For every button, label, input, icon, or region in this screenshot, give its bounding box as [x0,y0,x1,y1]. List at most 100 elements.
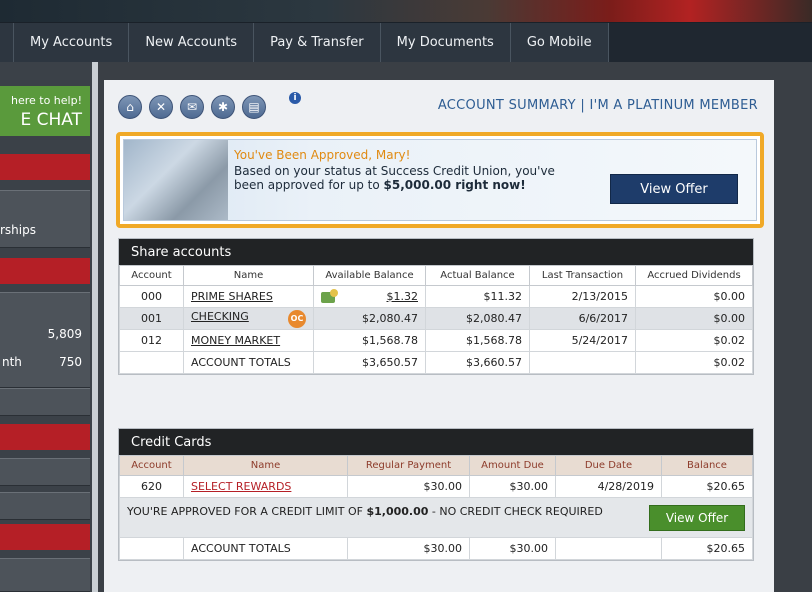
main-panel: ⌂ ✕ ✉ ✱ ▤ i ACCOUNT SUMMARY | I'M A PLAT… [104,80,774,592]
tab-go-mobile[interactable]: Go Mobile [511,23,609,62]
due-date: 4/28/2019 [555,475,662,498]
sidebar: here to help! E CHAT rships 5,809 nth 75… [0,62,98,592]
card-heading: Share accounts [119,239,753,265]
approval-amount: $1,000.00 [366,504,429,518]
credit-cards-card: Credit Cards Account Name Regular Paymen… [118,428,754,561]
toolbar: ⌂ ✕ ✉ ✱ ▤ [118,95,266,119]
card-name-cell: SELECT REWARDS [183,475,348,498]
sidebar-item[interactable] [0,558,90,592]
tab-my-documents[interactable]: My Documents [381,23,511,62]
view-offer-button[interactable]: View Offer [649,504,745,531]
card-balance: $20.65 [661,475,753,498]
main-nav: My Accounts New Accounts Pay & Transfer … [0,22,812,62]
actual-balance: $2,080.47 [425,307,530,330]
totals-label: ACCOUNT TOTALS [183,351,314,374]
credit-cards-table: Account Name Regular Payment Amount Due … [119,455,753,560]
empty-cell [119,351,184,374]
account-link[interactable]: MONEY MARKET [191,334,280,347]
totals-row: ACCOUNT TOTALS $3,650.57 $3,660.57 $0.02 [119,351,753,374]
offer-amount: $5,000.00 right now! [383,178,526,192]
sidebar-item[interactable] [0,458,90,486]
view-offer-button[interactable]: View Offer [610,174,738,204]
account-number: 012 [119,329,184,352]
tab-my-accounts[interactable]: My Accounts [14,23,130,62]
total-available: $3,650.57 [313,351,426,374]
column-header: Name [183,455,348,476]
sidebar-item-label: rships [0,223,36,237]
available-balance: $2,080.47 [313,307,426,330]
account-link[interactable]: PRIME SHARES [191,290,273,303]
regular-payment: $30.00 [347,475,470,498]
mail-icon[interactable]: ✉ [180,95,204,119]
offer-title: You've Been Approved, Mary! [234,148,411,162]
account-number: 620 [119,475,184,498]
card-link[interactable]: SELECT REWARDS [191,480,291,493]
money-icon [321,289,338,303]
amount-due: $30.00 [469,475,556,498]
tools-icon[interactable]: ✕ [149,95,173,119]
column-header: Account [119,265,184,286]
stat-value: 750 [59,355,82,369]
column-header: Name [183,265,314,286]
empty-cell [555,537,662,560]
last-transaction: 5/24/2017 [529,329,636,352]
totals-label: ACCOUNT TOTALS [183,537,348,560]
approval-row: YOU'RE APPROVED FOR A CREDIT LIMIT OF $1… [119,497,753,538]
column-header: Available Balance [313,265,426,286]
sidebar-red-bar [0,258,90,284]
sidebar-stats: 5,809 nth 750 [0,292,90,388]
total-balance: $20.65 [661,537,753,560]
approval-suffix: - NO CREDIT CHECK REQUIRED [428,504,603,518]
last-transaction: 2/13/2015 [529,285,636,308]
column-header: Due Date [555,455,662,476]
column-header: Amount Due [469,455,556,476]
nav-spacer [0,23,14,62]
live-chat-button[interactable]: here to help! E CHAT [0,86,90,136]
offer-photo [124,140,228,220]
account-link[interactable]: CHECKING [191,310,249,323]
table-row: 012 MONEY MARKET $1,568.78 $1,568.78 5/2… [119,329,753,352]
banner-photo [0,0,812,22]
table-row: 620 SELECT REWARDS $30.00 $30.00 4/28/20… [119,475,753,498]
total-dividends: $0.02 [635,351,753,374]
share-accounts-table: Account Name Available Balance Actual Ba… [119,265,753,374]
account-number: 000 [119,285,184,308]
total-regular: $30.00 [347,537,470,560]
column-header: Balance [661,455,753,476]
account-name-cell: CHECKING OC [183,307,314,330]
approval-prefix: YOU'RE APPROVED FOR A CREDIT LIMIT OF [127,504,367,518]
tab-new-accounts[interactable]: New Accounts [129,23,255,62]
table-row: 000 PRIME SHARES $1.32 $11.32 2/13/2015 … [119,285,753,308]
home-icon[interactable]: ⌂ [118,95,142,119]
actual-balance: $11.32 [425,285,530,308]
offer-body: Based on your status at Success Credit U… [234,164,564,192]
available-balance[interactable]: $1.32 [387,290,419,303]
sidebar-item[interactable] [0,388,90,416]
empty-cell [119,537,184,560]
sidebar-item[interactable] [0,492,90,520]
card-heading: Credit Cards [119,429,753,455]
print-icon[interactable]: ▤ [242,95,266,119]
tab-pay-transfer[interactable]: Pay & Transfer [254,23,381,62]
last-transaction: 6/6/2017 [529,307,636,330]
info-icon[interactable]: i [289,92,301,104]
total-due: $30.00 [469,537,556,560]
account-name-cell: MONEY MARKET [183,329,314,352]
gear-icon[interactable]: ✱ [211,95,235,119]
stat-label: nth [2,355,22,369]
sidebar-red-bar [0,154,90,180]
chat-text: E CHAT [20,110,83,130]
available-cell: $1.32 [313,285,426,308]
accrued-dividends: $0.00 [635,285,753,308]
sidebar-item-memberships[interactable]: rships [0,190,90,248]
help-text: here to help! [10,94,82,107]
actual-balance: $1,568.78 [425,329,530,352]
account-name-cell: PRIME SHARES [183,285,314,308]
empty-cell [529,351,636,374]
column-header: Account [119,455,184,476]
column-header: Regular Payment [347,455,470,476]
overdraft-badge[interactable]: OC [288,309,306,328]
page-title: ACCOUNT SUMMARY | I'M A PLATINUM MEMBER [437,98,758,113]
column-header: Last Transaction [529,265,636,286]
approval-text: YOU'RE APPROVED FOR A CREDIT LIMIT OF $1… [127,505,603,518]
